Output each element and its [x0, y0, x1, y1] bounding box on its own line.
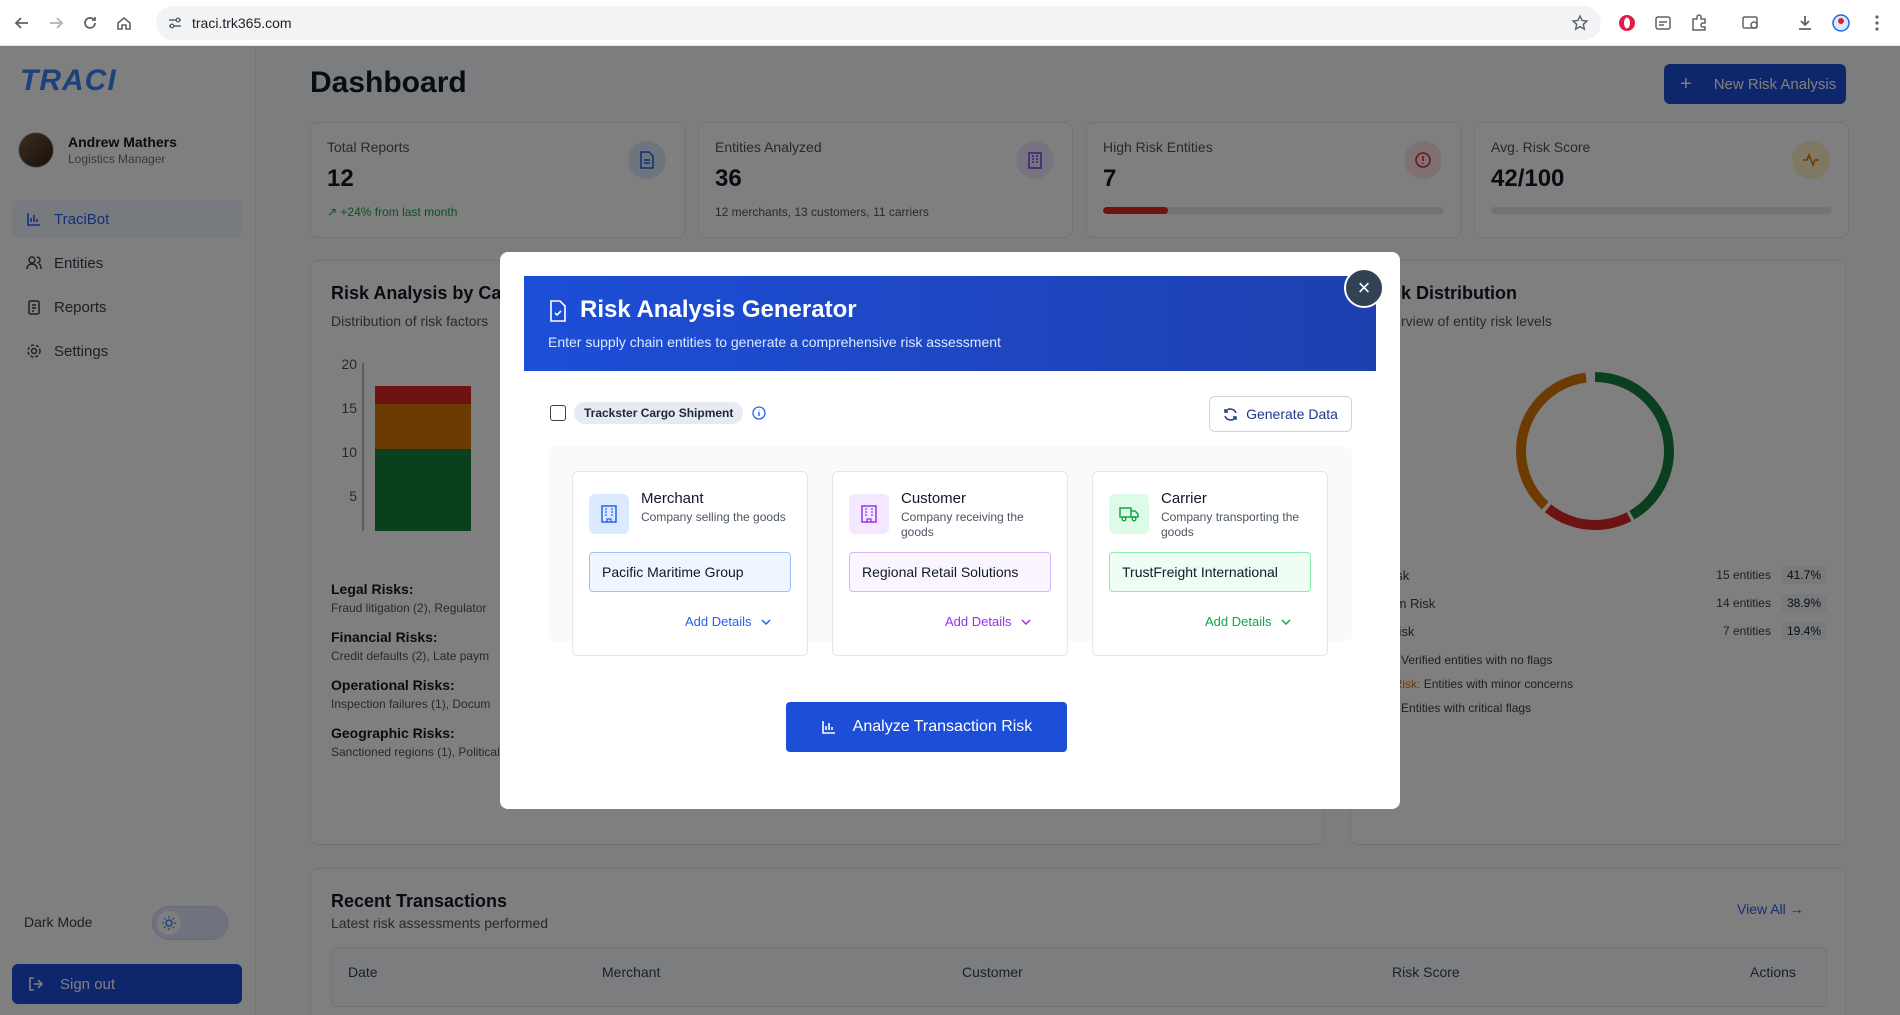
close-icon: ×	[1357, 275, 1371, 300]
home-icon[interactable]	[110, 9, 138, 37]
modal-header: Risk Analysis Generator Enter supply cha…	[524, 276, 1376, 371]
download-icon[interactable]	[1794, 12, 1816, 34]
add-details-label: Add Details	[945, 614, 1012, 629]
chevron-down-icon	[1011, 618, 1032, 625]
entity-name: Merchant	[641, 490, 704, 507]
generate-data-button[interactable]: Generate Data	[1209, 396, 1352, 432]
building-icon	[589, 494, 629, 534]
info-icon[interactable]	[752, 406, 766, 420]
address-bar[interactable]: traci.trk365.com	[156, 6, 1601, 40]
customer-input[interactable]	[849, 552, 1051, 592]
search-tab-icon[interactable]	[1740, 12, 1762, 34]
risk-analysis-modal: Risk Analysis Generator Enter supply cha…	[500, 252, 1400, 809]
customer-add-details-button[interactable]: Add Details	[945, 614, 1032, 629]
carrier-card: Carrier Company transporting the goods A…	[1092, 471, 1328, 656]
back-icon[interactable]	[8, 9, 36, 37]
shipment-chip: Trackster Cargo Shipment	[574, 402, 744, 424]
modal-title: Risk Analysis Generator	[580, 296, 857, 323]
entity-desc: Company transporting the goods	[1161, 510, 1300, 539]
entity-desc: Company receiving the goods	[901, 510, 1024, 539]
menu-kebab-icon[interactable]	[1866, 12, 1888, 34]
analyze-label: Analyze Transaction Risk	[852, 718, 1033, 735]
shipment-checkbox[interactable]	[550, 405, 566, 421]
chevron-down-icon	[1271, 618, 1292, 625]
url-text: traci.trk365.com	[192, 15, 292, 31]
modal-subtitle: Enter supply chain entities to generate …	[548, 334, 1001, 350]
entity-name: Carrier	[1161, 490, 1207, 507]
entity-desc: Company selling the goods	[641, 510, 786, 524]
entities-section: Merchant Company selling the goods Add D…	[548, 446, 1352, 656]
merchant-card: Merchant Company selling the goods Add D…	[572, 471, 808, 656]
analyze-transaction-risk-button[interactable]: Analyze Transaction Risk	[786, 702, 1067, 752]
generate-data-label: Generate Data	[1246, 406, 1338, 422]
chevron-down-icon	[751, 618, 772, 625]
browser-toolbar: traci.trk365.com	[0, 0, 1900, 46]
forward-icon[interactable]	[42, 9, 70, 37]
entity-name: Customer	[901, 490, 967, 507]
profile-icon[interactable]	[1830, 12, 1852, 34]
refresh-icon	[1223, 407, 1246, 422]
customer-card: Customer Company receiving the goods Add…	[832, 471, 1068, 656]
truck-icon	[1109, 494, 1149, 534]
site-settings-icon[interactable]	[168, 16, 182, 30]
reload-icon[interactable]	[76, 9, 104, 37]
building-icon	[849, 494, 889, 534]
bookmark-star-icon[interactable]	[1571, 14, 1589, 32]
carrier-input[interactable]	[1109, 552, 1311, 592]
bar-chart-icon	[821, 719, 853, 735]
add-details-label: Add Details	[1205, 614, 1272, 629]
carrier-add-details-button[interactable]: Add Details	[1205, 614, 1292, 629]
merchant-add-details-button[interactable]: Add Details	[685, 614, 772, 629]
modal-body: Trackster Cargo Shipment Generate Data M…	[524, 371, 1376, 790]
opera-extension-icon[interactable]	[1616, 12, 1638, 34]
merchant-input[interactable]	[589, 552, 791, 592]
document-check-icon	[548, 300, 568, 322]
puzzle-icon[interactable]	[1688, 12, 1710, 34]
add-details-label: Add Details	[685, 614, 752, 629]
close-button[interactable]: ×	[1344, 268, 1384, 308]
extension-icon[interactable]	[1652, 12, 1674, 34]
